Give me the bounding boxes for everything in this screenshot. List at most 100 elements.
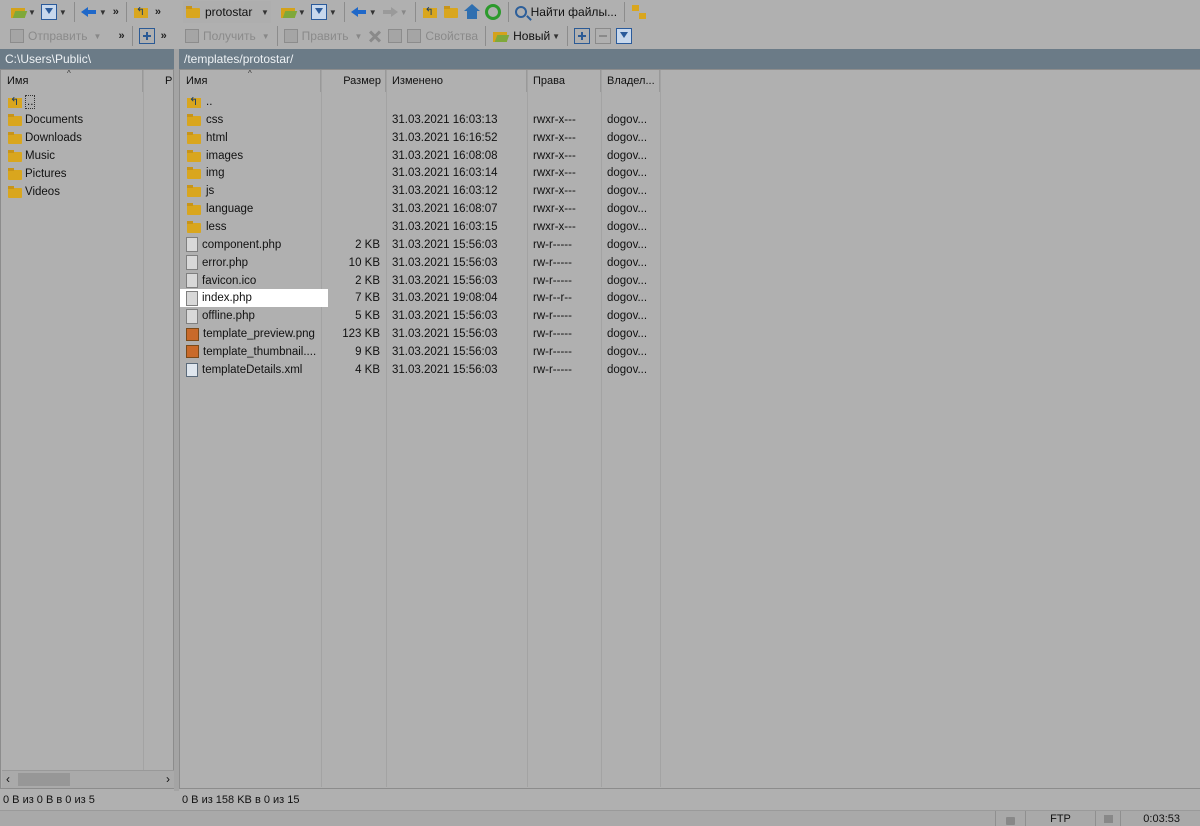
chevron-down-icon[interactable]: ▼ xyxy=(94,32,102,41)
left-list-item[interactable]: Pictures xyxy=(1,165,143,183)
file-modified-cell: 31.03.2021 16:03:12 xyxy=(392,185,498,198)
file-name-cell[interactable]: template_thumbnail.... xyxy=(180,343,328,361)
file-row[interactable]: less 31.03.2021 16:03:15 rwxr-x--- dogov... xyxy=(180,218,660,236)
left-list-item[interactable]: .. xyxy=(1,93,143,111)
file-row[interactable]: images 31.03.2021 16:08:08 rwxr-x--- dogov.… xyxy=(180,147,660,165)
left-path-bar[interactable]: C:\Users\Public\ xyxy=(0,49,174,69)
forward-button[interactable]: ▼ xyxy=(380,1,410,23)
file-name-cell[interactable]: language xyxy=(180,200,328,218)
chevron-down-icon[interactable]: ▼ xyxy=(261,8,269,17)
file-name-cell[interactable]: template_preview.png xyxy=(180,325,328,343)
find-files-button[interactable]: Найти файлы... xyxy=(513,1,619,23)
file-row[interactable]: .. xyxy=(180,93,660,111)
new-button[interactable]: Новый ▼ xyxy=(490,25,562,47)
chevron-down-icon[interactable]: ▼ xyxy=(99,8,107,17)
more-tools-button[interactable]: » xyxy=(161,30,167,42)
file-row[interactable]: favicon.ico 2 KB 31.03.2021 15:56:03 rw-r--… xyxy=(180,272,660,290)
more-tools-button[interactable]: » xyxy=(155,6,161,18)
file-name-cell[interactable]: .. xyxy=(180,93,328,111)
chevron-down-icon[interactable]: ▼ xyxy=(354,32,362,41)
file-row[interactable]: template_thumbnail.... 9 KB 31.03.2021 15:… xyxy=(180,343,660,361)
download-button[interactable]: Получить ▼ xyxy=(183,25,272,47)
file-name-cell[interactable]: css xyxy=(180,111,328,129)
select-button[interactable] xyxy=(137,25,157,47)
file-row[interactable]: templateDetails.xml 4 KB 31.03.2021 15:56:… xyxy=(180,361,660,379)
file-row[interactable]: error.php 10 KB 31.03.2021 15:56:03 rw-r---… xyxy=(180,254,660,272)
file-row[interactable]: img 31.03.2021 16:03:14 rwxr-x--- dogov... xyxy=(180,164,660,182)
root-dir-button[interactable] xyxy=(441,1,461,23)
right-file-panel[interactable]: Имя ^ Размер Изменено Права Владел... .. c… xyxy=(179,69,1200,789)
properties-label: Свойства xyxy=(425,29,479,43)
toolbar-separator xyxy=(125,2,127,22)
chevron-down-icon[interactable]: ▼ xyxy=(262,32,270,41)
file-name-cell[interactable]: less xyxy=(180,218,328,236)
file-name-cell[interactable]: images xyxy=(180,147,328,165)
filter-files-button[interactable] xyxy=(614,25,634,47)
chevron-down-icon[interactable]: ▼ xyxy=(28,8,36,17)
edit-button[interactable]: Править ▼ xyxy=(282,25,365,47)
send-button[interactable]: Отправить ▼ xyxy=(8,25,103,47)
file-name-cell[interactable]: error.php xyxy=(180,254,328,272)
left-col-name[interactable]: Имя ^ xyxy=(1,69,143,92)
site-selector[interactable]: protostar ▼ xyxy=(183,1,271,23)
more-tools-button[interactable]: » xyxy=(118,30,124,42)
file-row[interactable]: css 31.03.2021 16:03:13 rwxr-x--- dogov... xyxy=(180,111,660,129)
right-col-name[interactable]: Имя ^ xyxy=(180,69,321,92)
left-file-panel[interactable]: Имя ^ Р .. Documents Downloads Music Pictures… xyxy=(0,69,174,789)
file-name-cell[interactable]: index.php xyxy=(180,289,328,308)
file-row[interactable]: html 31.03.2021 16:16:52 rwxr-x--- dogov... xyxy=(180,129,660,147)
file-name-cell[interactable]: img xyxy=(180,164,328,182)
back-button[interactable]: ▼ xyxy=(79,1,109,23)
chevron-down-icon[interactable]: ▼ xyxy=(329,8,337,17)
scroll-left-arrow-icon[interactable]: ‹ xyxy=(6,772,10,786)
scroll-thumb[interactable] xyxy=(18,773,70,786)
chevron-down-icon[interactable]: ▼ xyxy=(298,8,306,17)
synchronize-button[interactable] xyxy=(629,1,649,23)
file-row[interactable]: template_preview.png 123 KB 31.03.2021 15:… xyxy=(180,325,660,343)
left-horizontal-scrollbar[interactable]: ‹ › xyxy=(2,770,174,788)
right-col-size[interactable]: Размер xyxy=(321,70,386,92)
file-row[interactable]: language 31.03.2021 16:08:07 rwxr-x--- dogo… xyxy=(180,200,660,218)
file-name-cell[interactable]: offline.php xyxy=(180,307,328,325)
right-col-owner[interactable]: Владел... xyxy=(601,70,660,92)
chevron-down-icon[interactable]: ▼ xyxy=(369,8,377,17)
file-name-cell[interactable]: templateDetails.xml xyxy=(180,361,328,379)
home-dir-button[interactable] xyxy=(462,1,482,23)
left-list-item[interactable]: Downloads xyxy=(1,129,143,147)
refresh-button[interactable] xyxy=(483,1,503,23)
more-tools-button[interactable]: » xyxy=(113,6,119,18)
file-size-cell xyxy=(321,111,380,129)
file-name-cell[interactable]: js xyxy=(180,182,328,200)
chevron-down-icon[interactable]: ▼ xyxy=(59,8,67,17)
left-list-item[interactable]: Videos xyxy=(1,183,143,201)
file-row[interactable]: js 31.03.2021 16:03:12 rwxr-x--- dogov... xyxy=(180,182,660,200)
left-list-item[interactable]: Music xyxy=(1,147,143,165)
scroll-right-arrow-icon[interactable]: › xyxy=(166,772,170,786)
right-col-modified[interactable]: Изменено xyxy=(386,70,527,92)
file-name-cell[interactable]: favicon.ico xyxy=(180,272,328,290)
file-name-cell[interactable]: html xyxy=(180,129,328,147)
toolbar-separator xyxy=(73,2,75,22)
back-button[interactable]: ▼ xyxy=(349,1,379,23)
right-path-bar[interactable]: /templates/protostar/ xyxy=(179,49,1200,69)
file-row[interactable]: offline.php 5 KB 31.03.2021 15:56:03 rw-r--… xyxy=(180,307,660,325)
open-folder-button[interactable]: ▼ xyxy=(278,1,308,23)
open-folder-button[interactable]: ▼ xyxy=(8,1,38,23)
chevron-down-icon[interactable]: ▼ xyxy=(400,8,408,17)
chevron-down-icon[interactable]: ▼ xyxy=(552,32,560,41)
properties-button[interactable]: Свойства xyxy=(405,25,480,47)
parent-dir-button[interactable] xyxy=(420,1,440,23)
rename-button[interactable] xyxy=(386,25,404,47)
file-row[interactable]: component.php 2 KB 31.03.2021 15:56:03 rw-r… xyxy=(180,236,660,254)
filter-button[interactable]: ▼ xyxy=(309,1,339,23)
select-files-button[interactable] xyxy=(572,25,592,47)
left-list-item[interactable]: Documents xyxy=(1,111,143,129)
file-name-cell[interactable]: component.php xyxy=(180,236,328,254)
parent-dir-button[interactable] xyxy=(131,1,151,23)
left-col-size[interactable]: Р xyxy=(143,70,175,92)
file-row[interactable]: index.php 7 KB 31.03.2021 19:08:04 rw-r--r-… xyxy=(180,289,660,308)
delete-button[interactable] xyxy=(365,25,385,47)
filter-button[interactable]: ▼ xyxy=(39,1,69,23)
right-col-rights[interactable]: Права xyxy=(527,70,601,92)
unselect-files-button[interactable] xyxy=(593,25,613,47)
